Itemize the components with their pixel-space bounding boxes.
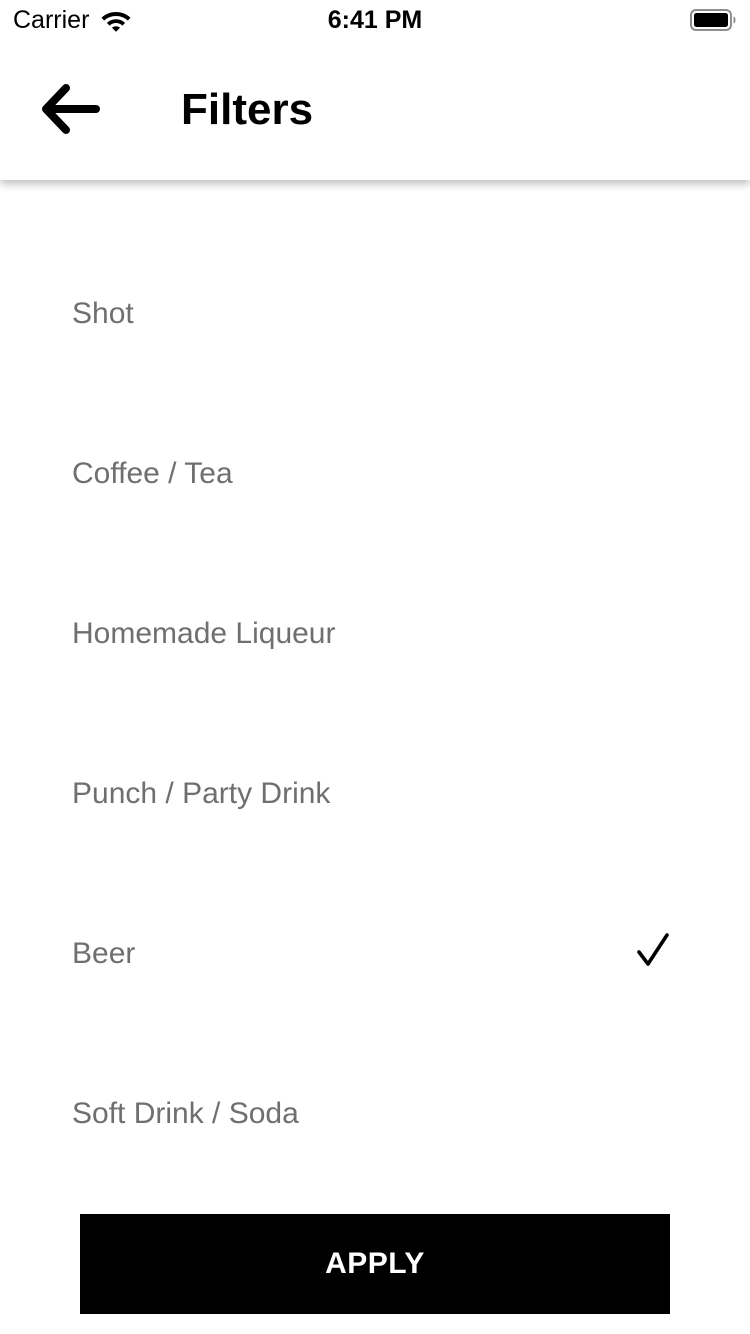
battery-full-icon [690, 9, 736, 31]
filter-item-punch-party-drink[interactable]: Punch / Party Drink [0, 714, 750, 874]
filter-item-soft-drink-soda[interactable]: Soft Drink / Soda [0, 1034, 750, 1194]
filter-label: Soft Drink / Soda [72, 1097, 299, 1130]
filter-label: Punch / Party Drink [72, 777, 331, 810]
filter-list: Shot Coffee / Tea Homemade Liqueur Punch… [0, 234, 750, 1194]
filter-item-homemade-liqueur[interactable]: Homemade Liqueur [0, 554, 750, 714]
filter-item-coffee-tea[interactable]: Coffee / Tea [0, 394, 750, 554]
filter-label: Beer [72, 937, 136, 970]
back-button[interactable] [30, 76, 110, 142]
status-time: 6:41 PM [327, 6, 423, 34]
filter-label: Homemade Liqueur [72, 617, 336, 650]
filter-item-beer[interactable]: Beer [0, 874, 750, 1034]
arrow-left-icon [42, 84, 100, 134]
app-header: Filters [0, 40, 750, 180]
checkmark-icon [637, 933, 669, 966]
page-title: Filters [181, 85, 314, 134]
filter-label: Coffee / Tea [72, 457, 233, 490]
status-bar: Carrier 6:41 PM [0, 0, 750, 40]
apply-button[interactable]: APPLY [80, 1214, 670, 1314]
filter-label: Shot [72, 297, 134, 330]
filter-item-shot[interactable]: Shot [0, 234, 750, 394]
filters-screen: Carrier 6:41 PM Filters Shot Coffee / Te… [0, 0, 750, 1334]
